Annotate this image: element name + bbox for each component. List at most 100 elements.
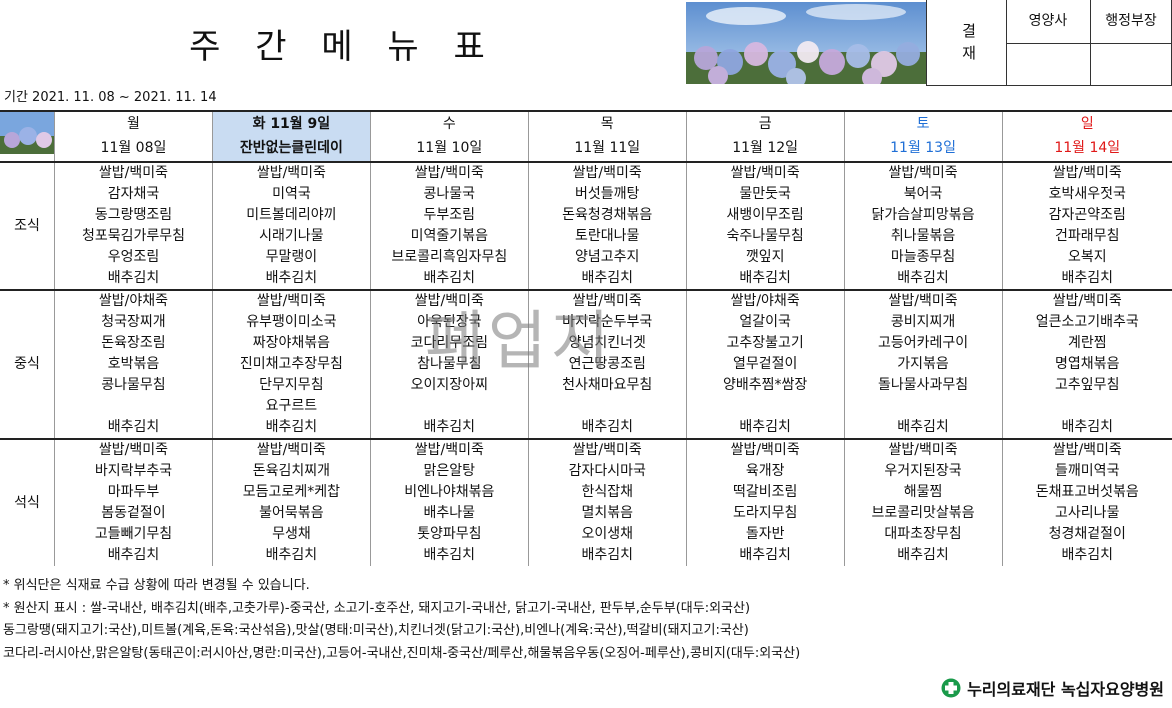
- menu-item: 돈육청경채볶음: [527, 205, 687, 226]
- menu-item: 고사리나물: [1001, 503, 1172, 524]
- menu-item: 쌀밥/백미죽: [685, 161, 845, 184]
- menu-item: 쌀밥/백미죽: [369, 161, 529, 184]
- day-of-week: 화 11월 9일: [211, 109, 371, 136]
- menu-item: 오복지: [1001, 247, 1172, 268]
- menu-item: 미역국: [211, 184, 371, 205]
- menu-item: 배추김치: [527, 417, 687, 439]
- menu-item: 취나물볶음: [843, 226, 1003, 247]
- day-of-week: 일: [1001, 109, 1172, 136]
- watermark-text: 폐업지: [425, 305, 614, 379]
- day-date: 11월 14일: [1001, 135, 1172, 162]
- menu-item: 열무겉절이: [685, 354, 845, 375]
- header-photo-cell: [0, 110, 55, 162]
- menu-item: 배추김치: [54, 268, 213, 290]
- menu-item: 두부조림: [369, 205, 529, 226]
- menu-item: 배추김치: [54, 545, 213, 566]
- menu-item: [527, 396, 687, 417]
- menu-item: 쌀밥/백미죽: [843, 161, 1003, 184]
- menu-item: 불어묵볶음: [211, 503, 371, 524]
- menu-item: 배추김치: [211, 417, 371, 439]
- menu-item: 배추김치: [685, 545, 845, 566]
- menu-item: 모듬고로케*케찹: [211, 482, 371, 503]
- note-line: 코다리-러시아산,맑은알탕(동태곤이:러시아산,명란:미국산),고등어-국내산,…: [3, 645, 801, 661]
- menu-item: 콩나물국: [369, 184, 529, 205]
- day-of-week: 토: [843, 109, 1003, 136]
- menu-item: 명엽채볶음: [1001, 354, 1172, 375]
- menu-item: 쌀밥/백미죽: [1001, 289, 1172, 312]
- menu-item: 동그랑땡조림: [54, 205, 213, 226]
- day-date: 11월 08일: [54, 135, 213, 162]
- menu-item: 브로콜리흑임자무침: [369, 247, 529, 268]
- menu-item: 들깨미역국: [1001, 461, 1172, 482]
- day-of-week: 수: [369, 109, 529, 136]
- menu-item: 콩비지찌개: [843, 312, 1003, 333]
- menu-item: 육개장: [685, 461, 845, 482]
- menu-item: 마파두부: [54, 482, 213, 503]
- menu-item: 쌀밥/야채죽: [685, 289, 845, 312]
- menu-item: 무말랭이: [211, 247, 371, 268]
- menu-item: 우거지된장국: [843, 461, 1003, 482]
- approval-box: 결 재 영양사 행정부장: [926, 0, 1172, 86]
- menu-item: 배추김치: [843, 268, 1003, 290]
- menu-item: 쌀밥/백미죽: [527, 161, 687, 184]
- menu-item: 도라지무침: [685, 503, 845, 524]
- menu-item: 쌀밥/백미죽: [1001, 438, 1172, 461]
- menu-item: 건파래무침: [1001, 226, 1172, 247]
- menu-item: 쌀밥/백미죽: [211, 438, 371, 461]
- menu-item: 감자채국: [54, 184, 213, 205]
- menu-item: 배추김치: [1001, 545, 1172, 566]
- menu-item: 청경채겉절이: [1001, 524, 1172, 545]
- menu-item: 마늘종무침: [843, 247, 1003, 268]
- menu-item: 브로콜리맛살볶음: [843, 503, 1003, 524]
- menu-item: 청포묵김가루무침: [54, 226, 213, 247]
- menu-item: 돈육장조림: [54, 333, 213, 354]
- menu-item: 청국장찌개: [54, 312, 213, 333]
- footer: 누리의료재단 녹십자요양병원: [941, 676, 1164, 700]
- menu-item: 토란대나물: [527, 226, 687, 247]
- menu-item: 새뱅이무조림: [685, 205, 845, 226]
- menu-item: 양배추찜*쌈장: [685, 375, 845, 396]
- menu-item: 감자다시마국: [527, 461, 687, 482]
- menu-item: 톳양파무침: [369, 524, 529, 545]
- menu-item: 고등어카레구이: [843, 333, 1003, 354]
- approval-label: 결 재: [962, 22, 976, 62]
- menu-item: 미역줄기볶음: [369, 226, 529, 247]
- menu-item: 봄동겉절이: [54, 503, 213, 524]
- menu-item: 맑은알탕: [369, 461, 529, 482]
- menu-item: 콩나물무침: [54, 375, 213, 396]
- note-line: * 원산지 표시 : 쌀-국내산, 배추김치(배추,고춧가루)-중국산, 소고기…: [3, 600, 751, 616]
- day-of-week: 목: [527, 109, 687, 136]
- menu-item: 얼갈이국: [685, 312, 845, 333]
- menu-item: 바지락부추국: [54, 461, 213, 482]
- menu-item: 쌀밥/백미죽: [685, 438, 845, 461]
- menu-item: 진미채고추장무침: [211, 354, 371, 375]
- menu-item: 배추김치: [527, 268, 687, 290]
- menu-item: 유부팽이미소국: [211, 312, 371, 333]
- menu-item: 배추김치: [843, 417, 1003, 439]
- day-of-week: 금: [685, 109, 845, 136]
- menu-item: 떡갈비조림: [685, 482, 845, 503]
- menu-item: 한식잡채: [527, 482, 687, 503]
- menu-item: 시래기나물: [211, 226, 371, 247]
- menu-item: 호박볶음: [54, 354, 213, 375]
- approver-admin-head: 행정부장: [1105, 13, 1157, 29]
- day-date: 잔반없는클린데이: [211, 135, 371, 162]
- menu-item: 가지볶음: [843, 354, 1003, 375]
- menu-item: 배추김치: [1001, 268, 1172, 290]
- meal-label: 석식: [0, 438, 55, 566]
- note-line: 동그랑땡(돼지고기:국산),미트볼(계육,돈육:국산섞음),맛살(명태:미국산)…: [3, 623, 749, 638]
- menu-item: 물만둣국: [685, 184, 845, 205]
- menu-item: 쌀밥/백미죽: [843, 438, 1003, 461]
- menu-item: 비엔나야채볶음: [369, 482, 529, 503]
- menu-item: 닭가슴살피망볶음: [843, 205, 1003, 226]
- day-of-week: 월: [54, 109, 213, 136]
- menu-item: 쌀밥/백미죽: [54, 161, 213, 184]
- menu-item: 호박새우젓국: [1001, 184, 1172, 205]
- menu-item: 배추김치: [369, 545, 529, 566]
- menu-item: 쌀밥/백미죽: [527, 438, 687, 461]
- menu-item: 고들빼기무침: [54, 524, 213, 545]
- menu-item: 배추김치: [369, 417, 529, 439]
- menu-item: 쌀밥/백미죽: [843, 289, 1003, 312]
- hydrangea-thumb-icon: [0, 113, 54, 154]
- meal-label: 중식: [0, 289, 55, 439]
